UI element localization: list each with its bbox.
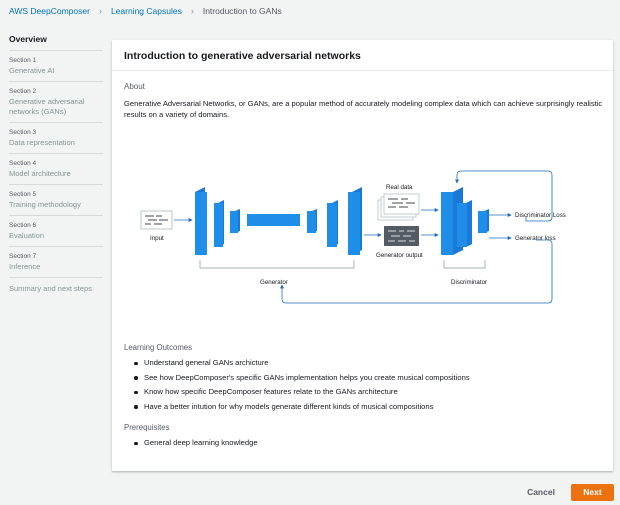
sidebar-item-section-4[interactable]: Section 4 Model architecture	[9, 154, 103, 185]
sidebar-item-label: Data representation	[9, 138, 75, 147]
chevron-right-icon: ›	[190, 6, 194, 16]
discriminator-loss-label: Discriminator Loss	[515, 212, 566, 219]
sidebar-item-section-label: Section 7	[9, 253, 37, 260]
list-item: Know how specific DeepComposer features …	[134, 385, 470, 400]
list-item: Have a better intution for why models ge…	[134, 400, 470, 415]
sidebar-item-label: Generative AI	[9, 66, 55, 75]
generator-output-icon	[384, 226, 419, 246]
generator-layer	[327, 203, 337, 247]
breadcrumb-current: Introduction to GANs	[202, 6, 282, 16]
breadcrumb-link-learning-capsules[interactable]: Learning Capsules	[111, 6, 182, 16]
sidebar-item-section-3[interactable]: Section 3 Data representation	[9, 123, 103, 154]
learning-outcomes-list: Understand general GANs archicture See h…	[134, 356, 470, 414]
sidebar-item-section-1[interactable]: Section 1 Generative AI	[9, 51, 103, 82]
sidebar-item-section-label: Section 1	[9, 57, 37, 64]
sidebar-item-section-label: Section 4	[9, 160, 37, 167]
discriminator-label: Discriminator	[451, 279, 487, 286]
list-item: See how DeepComposer's specific GANs imp…	[134, 371, 470, 386]
sidebar-item-section-label: Section 2	[9, 88, 37, 95]
discriminator-bracket	[443, 260, 486, 269]
breadcrumb-link-deepcomposer[interactable]: AWS DeepComposer	[9, 6, 90, 16]
generator-label: Generator	[260, 279, 288, 286]
real-data-icon	[377, 193, 420, 221]
sidebar-item-section-label: Section 3	[9, 129, 37, 136]
learning-outcomes-label: Learning Outcomes	[124, 343, 193, 352]
about-text: Generative Adversarial Networks, or GANs…	[124, 99, 603, 119]
sidebar: Overview Section 1 Generative AI Section…	[9, 33, 103, 294]
list-item: General deep learning knowledge	[134, 436, 258, 450]
about-label: About	[124, 82, 145, 91]
generator-network	[195, 187, 362, 255]
gan-architecture-diagram: Input Generator Real data Generator outp…	[140, 170, 566, 304]
sidebar-item-label: Inference	[9, 262, 41, 271]
generator-layer	[348, 192, 360, 255]
chevron-right-icon: ›	[98, 6, 102, 16]
prerequisites-label: Prerequisites	[124, 423, 170, 432]
sidebar-item-overview[interactable]: Overview	[9, 33, 103, 51]
sidebar-item-label: Model architecture	[9, 169, 71, 178]
sidebar-item-section-5[interactable]: Section 5 Training methodology	[9, 185, 103, 216]
sidebar-item-section-label: Section 6	[9, 222, 37, 229]
input-sheet-icon	[140, 210, 173, 230]
generator-layer	[230, 211, 238, 233]
next-button[interactable]: Next	[571, 484, 614, 501]
sidebar-item-label: Generative adversarial networks (GANs)	[9, 97, 85, 116]
discriminator-layer	[457, 203, 467, 247]
real-data-label: Real data	[386, 184, 413, 191]
generator-output-label: Generator output	[376, 252, 423, 259]
cancel-button[interactable]: Cancel	[520, 484, 562, 501]
discriminator-network	[441, 187, 489, 255]
breadcrumb: AWS DeepComposer › Learning Capsules › I…	[9, 4, 282, 18]
generator-bottleneck	[247, 214, 300, 226]
sidebar-item-label: Evaluation	[9, 231, 45, 240]
sidebar-item-section-6[interactable]: Section 6 Evaluation	[9, 216, 103, 247]
content-panel: Introduction to generative adversarial n…	[112, 40, 613, 471]
sidebar-item-section-label: Section 5	[9, 191, 37, 198]
generator-loss-label: Generator loss	[515, 235, 556, 242]
sidebar-item-summary[interactable]: Summary and next steps	[9, 278, 103, 294]
input-label: Input	[150, 235, 164, 242]
discriminator-layer	[478, 211, 487, 233]
sidebar-item-section-2[interactable]: Section 2 Generative adversarial network…	[9, 82, 103, 123]
discriminator-layer	[441, 192, 453, 255]
generator-layer	[214, 203, 223, 247]
prerequisites-list: General deep learning knowledge	[134, 436, 258, 450]
generator-feedback-loop	[280, 239, 553, 304]
generator-layer	[195, 192, 207, 255]
generator-layer	[307, 211, 316, 233]
page-title: Introduction to generative adversarial n…	[112, 40, 613, 71]
list-item: Understand general GANs archicture	[134, 356, 470, 371]
sidebar-item-label: Training methodology	[9, 200, 81, 209]
sidebar-item-section-7[interactable]: Section 7 Inference	[9, 247, 103, 278]
generator-bracket	[199, 260, 355, 269]
